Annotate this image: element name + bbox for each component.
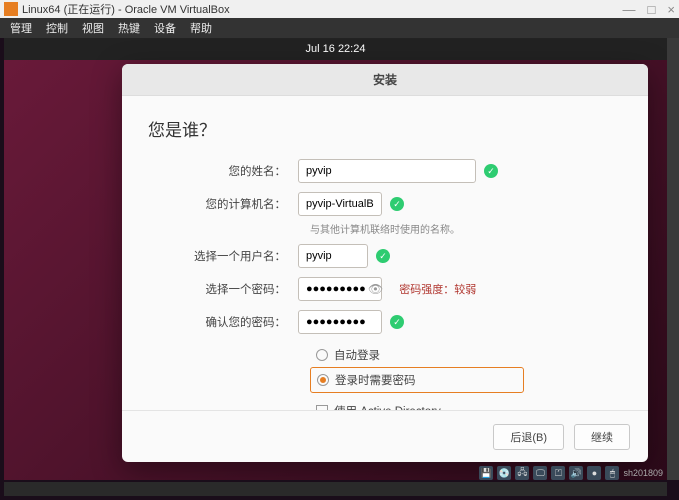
gnome-topbar: Jul 16 22:24 [4,38,667,60]
menu-item[interactable]: 管理 [10,20,32,36]
radio-icon [317,374,329,386]
label-password-confirm: 确认您的密码： [148,314,298,330]
window-title: Linux64 (正在运行) - Oracle VM VirtualBox [22,1,230,17]
continue-button[interactable]: 继续 [574,424,630,450]
radio-label: 自动登录 [334,347,380,363]
eye-icon[interactable]: 👁 [368,282,383,296]
menubar: 管理 控制 视图 热键 设备 帮助 [0,18,679,38]
installer-window: 安装 您是谁？ 您的姓名： ✓ 您的计算机名： ✓ 与其他计算机联络时使用的名称… [122,64,648,462]
host-vertical-scrollbar[interactable] [667,38,679,480]
menu-item[interactable]: 视图 [82,20,104,36]
close-button[interactable]: × [667,2,675,17]
page-heading: 您是谁？ [148,116,622,141]
check-icon: ✓ [390,197,404,211]
radio-auto-login[interactable]: 自动登录 [310,343,622,367]
label-username: 选择一个用户名： [148,248,298,264]
tray-display-icon[interactable]: 🖵 [533,466,547,480]
installer-title: 安装 [122,64,648,96]
password-strength: 密码强度：较弱 [399,281,476,297]
label-hostname: 您的计算机名： [148,196,298,212]
tray-audio-icon[interactable]: 🔊 [569,466,583,480]
tray-host-key: sh201809 [623,466,663,480]
username-input[interactable] [298,244,368,268]
menu-item[interactable]: 设备 [154,20,176,36]
tray-disk-icon[interactable]: 💾 [479,466,493,480]
name-input[interactable] [298,159,476,183]
hostname-hint: 与其他计算机联络时使用的名称。 [310,221,622,236]
back-button[interactable]: 后退(B) [493,424,564,450]
label-password: 选择一个密码： [148,281,298,297]
window-titlebar: Linux64 (正在运行) - Oracle VM VirtualBox — … [0,0,679,18]
menu-item[interactable]: 热键 [118,20,140,36]
check-icon: ✓ [390,315,404,329]
host-horizontal-scrollbar[interactable] [4,482,667,496]
radio-icon [316,349,328,361]
label-name: 您的姓名： [148,163,298,179]
hostname-input[interactable] [298,192,382,216]
minimize-button[interactable]: — [623,2,636,17]
installer-footer: 后退(B) 继续 [122,410,648,462]
checkbox-label: 使用 Active Directory [334,403,441,410]
tray-usb-icon[interactable]: ⏍ [551,466,565,480]
tray-mouse-icon[interactable]: 🖱 [605,466,619,480]
radio-require-password[interactable]: 登录时需要密码 [310,367,524,393]
guest-screen: Jul 16 22:24 安装 您是谁？ 您的姓名： ✓ 您的计算机名： ✓ 与… [4,38,667,480]
radio-label: 登录时需要密码 [335,372,416,388]
tray-network-icon[interactable]: 🖧 [515,466,529,480]
menu-item[interactable]: 控制 [46,20,68,36]
tray-disc-icon[interactable]: 💿 [497,466,511,480]
check-icon: ✓ [376,249,390,263]
checkbox-use-ad[interactable]: 使用 Active Directory [310,399,622,410]
password-confirm-input[interactable] [298,310,382,334]
menu-item[interactable]: 帮助 [190,20,212,36]
tray-record-icon[interactable]: ● [587,466,601,480]
clock[interactable]: Jul 16 22:24 [306,43,366,55]
app-icon [4,2,18,16]
maximize-button[interactable]: □ [648,2,656,17]
vm-status-tray: 💾 💿 🖧 🖵 ⏍ 🔊 ● 🖱 sh201809 [479,466,663,480]
check-icon: ✓ [484,164,498,178]
